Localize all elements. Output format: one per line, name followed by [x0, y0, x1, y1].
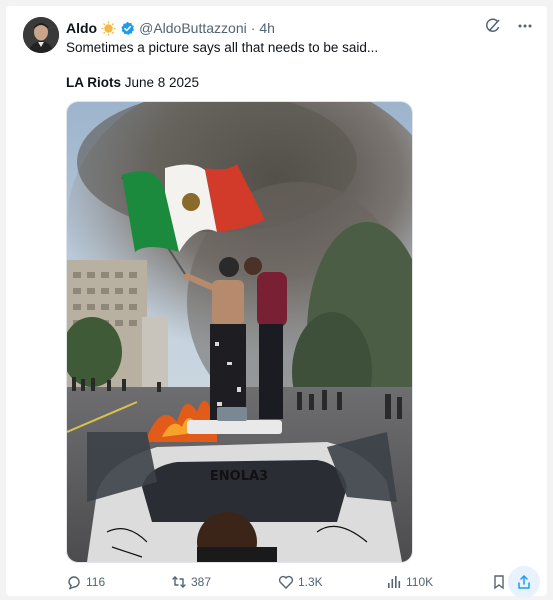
- reply-icon: [68, 576, 80, 590]
- grok-icon[interactable]: [485, 18, 501, 34]
- like-icon: [278, 575, 294, 589]
- repost-count: 387: [191, 575, 212, 589]
- post-time[interactable]: 4h: [259, 20, 275, 36]
- more-icon[interactable]: [517, 18, 533, 34]
- views-count: 110K: [406, 575, 434, 589]
- author-handle[interactable]: @AldoButtazzoni: [139, 20, 247, 36]
- views-action[interactable]: 110K: [386, 574, 433, 590]
- car-graffiti-text: ENOLA3: [210, 469, 268, 484]
- post-text: Sometimes a picture says all that needs …: [66, 40, 379, 55]
- share-icon: [518, 575, 530, 589]
- avatar[interactable]: [23, 17, 59, 53]
- post-header: Aldo @AldoButtazzoni · 4h: [66, 18, 275, 38]
- bookmark-icon: [494, 575, 504, 590]
- post-card: Aldo @AldoButtazzoni · 4h Sometimes a pi…: [6, 6, 547, 598]
- reply-count: 116: [86, 575, 106, 589]
- author-name[interactable]: Aldo: [66, 20, 97, 36]
- repost-icon: [172, 576, 186, 588]
- repost-action[interactable]: 387: [171, 574, 211, 590]
- post-photo[interactable]: ENOLA3: [66, 101, 413, 563]
- header-actions: [485, 18, 533, 34]
- caption-date: June 8 2025: [121, 75, 200, 90]
- share-button[interactable]: [508, 566, 540, 598]
- like-action[interactable]: 1.3K: [278, 574, 323, 590]
- caption-bold: LA Riots: [66, 75, 121, 90]
- like-count: 1.3K: [298, 575, 323, 589]
- views-icon: [388, 576, 401, 588]
- post-caption: LA Riots June 8 2025: [66, 75, 199, 90]
- verified-badge-icon: [121, 21, 135, 35]
- sun-emoji-icon: [101, 20, 116, 36]
- reply-action[interactable]: 116: [66, 574, 105, 590]
- engagement-bar: 116 387 1.3K 110K: [66, 566, 541, 598]
- bookmark-action[interactable]: [491, 574, 507, 590]
- separator-dot: ·: [250, 20, 256, 36]
